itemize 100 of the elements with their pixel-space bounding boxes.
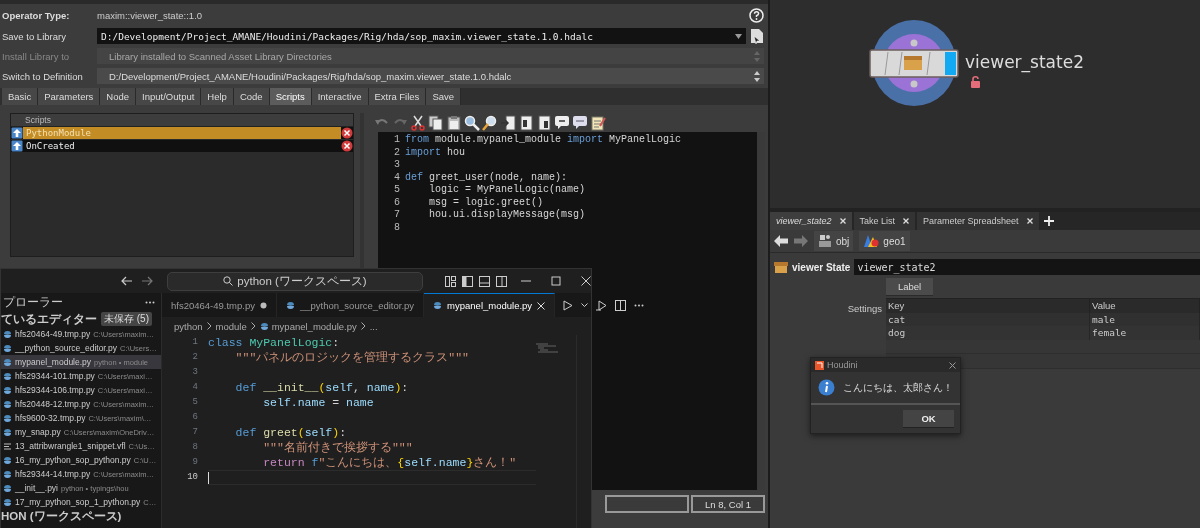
- back-arrow-icon[interactable]: [121, 276, 133, 286]
- file-tab[interactable]: hfs20464-49.tmp.py: [162, 293, 277, 317]
- pane-tab[interactable]: Parameter Spreadsheet: [917, 212, 1039, 230]
- breadcrumb-item[interactable]: python: [174, 320, 203, 332]
- line-number: 7: [393, 209, 400, 222]
- python-icon: [3, 357, 12, 367]
- code-line: from module.mypanel_module import MyPanelLogic: [405, 134, 683, 147]
- tab[interactable]: Save: [426, 88, 462, 105]
- breadcrumb-item[interactable]: module: [215, 320, 247, 332]
- tab[interactable]: Interactive: [311, 88, 369, 105]
- layout-icon[interactable]: [445, 275, 456, 287]
- search-icon[interactable]: [464, 114, 480, 131]
- pane-tab[interactable]: viewer_state2: [770, 212, 852, 230]
- speech-bubble-icon[interactable]: [554, 114, 570, 131]
- close-icon[interactable]: [581, 276, 591, 286]
- close-icon[interactable]: [949, 361, 956, 369]
- sidebar-right-icon[interactable]: [496, 275, 507, 287]
- document-arrow-icon[interactable]: [500, 114, 516, 131]
- forward-arrow-icon[interactable]: [141, 276, 153, 286]
- cursor-position: Ln 8, Col 1: [691, 495, 765, 513]
- app-icon: [815, 360, 824, 370]
- tab[interactable]: Code: [233, 88, 270, 105]
- text-cursor: [208, 471, 209, 484]
- document-icon[interactable]: [518, 114, 534, 131]
- code-line: def greet(self):: [234, 425, 348, 440]
- pane-tab[interactable]: Take List: [853, 212, 916, 230]
- dropdown-field[interactable]: D:/Development/Project_AMANE/Houdini/Packages/Rig/hda/sop_maxim.viewer_state.1.0.hdalc: [97, 68, 764, 84]
- back-arrow-icon[interactable]: [774, 235, 788, 247]
- delete-icon[interactable]: [341, 127, 353, 139]
- code-line: def greet_user(node, name):: [405, 171, 569, 184]
- python-icon: [3, 413, 12, 423]
- info-icon: [818, 379, 835, 396]
- tab[interactable]: Node: [100, 88, 137, 105]
- code-line: msg = logic.greet(): [428, 196, 545, 209]
- table-cell: female: [1090, 326, 1200, 340]
- line-number: 2: [191, 351, 198, 364]
- ok-button[interactable]: OK: [903, 410, 954, 428]
- path-field[interactable]: D:/Development/Project_AMANE/Houdini/Packages/Rig/hda/sop_maxim.viewer_state.1.0.hdalc: [97, 28, 746, 44]
- line-number: 5: [191, 396, 198, 409]
- dialog-message: こんにちは、太郎さん！: [843, 380, 953, 395]
- python-icon: [286, 300, 295, 310]
- document-icon[interactable]: [536, 114, 552, 131]
- chevron-icon: [206, 322, 212, 330]
- unsaved-dot-icon: [260, 301, 267, 309]
- code-line: self.name = name: [262, 395, 375, 410]
- tab[interactable]: Basic: [2, 88, 39, 105]
- tab[interactable]: Input/Output: [136, 88, 202, 105]
- maximize-icon[interactable]: [551, 276, 561, 286]
- delete-icon[interactable]: [341, 140, 353, 152]
- tab[interactable]: Help: [201, 88, 234, 105]
- field-label: Switch to Definition: [2, 70, 84, 82]
- forward-arrow-icon[interactable]: [794, 235, 808, 247]
- python-icon: [3, 399, 12, 409]
- breadcrumb-item[interactable]: mypanel_module.py: [259, 320, 357, 332]
- chevron-icon: [250, 322, 256, 330]
- python-icon: [3, 427, 12, 437]
- notepad-icon[interactable]: [590, 114, 606, 131]
- up-arrow-icon[interactable]: [11, 127, 23, 139]
- search-replace-icon[interactable]: [482, 114, 498, 131]
- plus-icon[interactable]: [1043, 216, 1054, 226]
- help-icon[interactable]: [749, 7, 764, 23]
- clipboard-icon[interactable]: [446, 114, 462, 131]
- file-tab[interactable]: mypanel_module.py: [424, 293, 556, 317]
- speech-bubble-icon[interactable]: [572, 114, 588, 131]
- field-label: Install Library to: [2, 50, 71, 62]
- tab[interactable]: Parameters: [38, 88, 101, 105]
- node-label: viewer_state2: [965, 52, 1084, 72]
- file-browse-icon[interactable]: [750, 28, 764, 44]
- panel-bottom-icon[interactable]: [479, 275, 490, 287]
- node-name-field[interactable]: viewer_state2: [854, 259, 1200, 275]
- path-item[interactable]: geo1: [859, 231, 910, 251]
- up-arrow-icon[interactable]: [11, 140, 23, 152]
- dialog-title: Houdini: [827, 360, 858, 370]
- split-editor-icon[interactable]: [615, 299, 627, 311]
- python-icon: [3, 455, 12, 465]
- scissors-icon[interactable]: [410, 114, 426, 131]
- breadcrumb-item[interactable]: ...: [369, 320, 378, 332]
- python-icon: [3, 371, 12, 381]
- list-header: Scripts: [11, 114, 353, 127]
- section-title[interactable]: ているエディター: [1, 311, 97, 327]
- search-field[interactable]: python (ワークスペース): [167, 271, 423, 291]
- code-line: class MyPanelLogic:: [208, 335, 341, 350]
- section-title[interactable]: HON (ワークスペース): [1, 509, 161, 524]
- tab[interactable]: Scripts: [269, 88, 312, 105]
- run-icon[interactable]: [563, 299, 574, 311]
- code-editor[interactable]: class MyPanelLogic: """パネルのロジックを管理するクラス""" def __init__(self, name): self.name = name def greet(self): """名前付きで挨拶する""" return f"こんにちは、{self.name}さん！": [198, 335, 536, 528]
- sidebar-left-icon[interactable]: [462, 275, 473, 287]
- label-button[interactable]: Label: [886, 278, 933, 296]
- path-item[interactable]: obj: [814, 231, 854, 251]
- line-number: 9: [191, 456, 198, 469]
- more-icon[interactable]: [145, 300, 155, 304]
- caret-icon[interactable]: [581, 303, 589, 307]
- lock-icon[interactable]: [970, 76, 981, 88]
- copy-icon[interactable]: [428, 114, 444, 131]
- unsaved-badge: 未保存 (5): [101, 312, 152, 326]
- more-icon[interactable]: [634, 303, 645, 307]
- tab[interactable]: Extra Files: [368, 88, 427, 105]
- column-header: Value: [1090, 299, 1200, 313]
- updown-icon: [754, 50, 760, 62]
- debug-run-icon[interactable]: [596, 299, 608, 311]
